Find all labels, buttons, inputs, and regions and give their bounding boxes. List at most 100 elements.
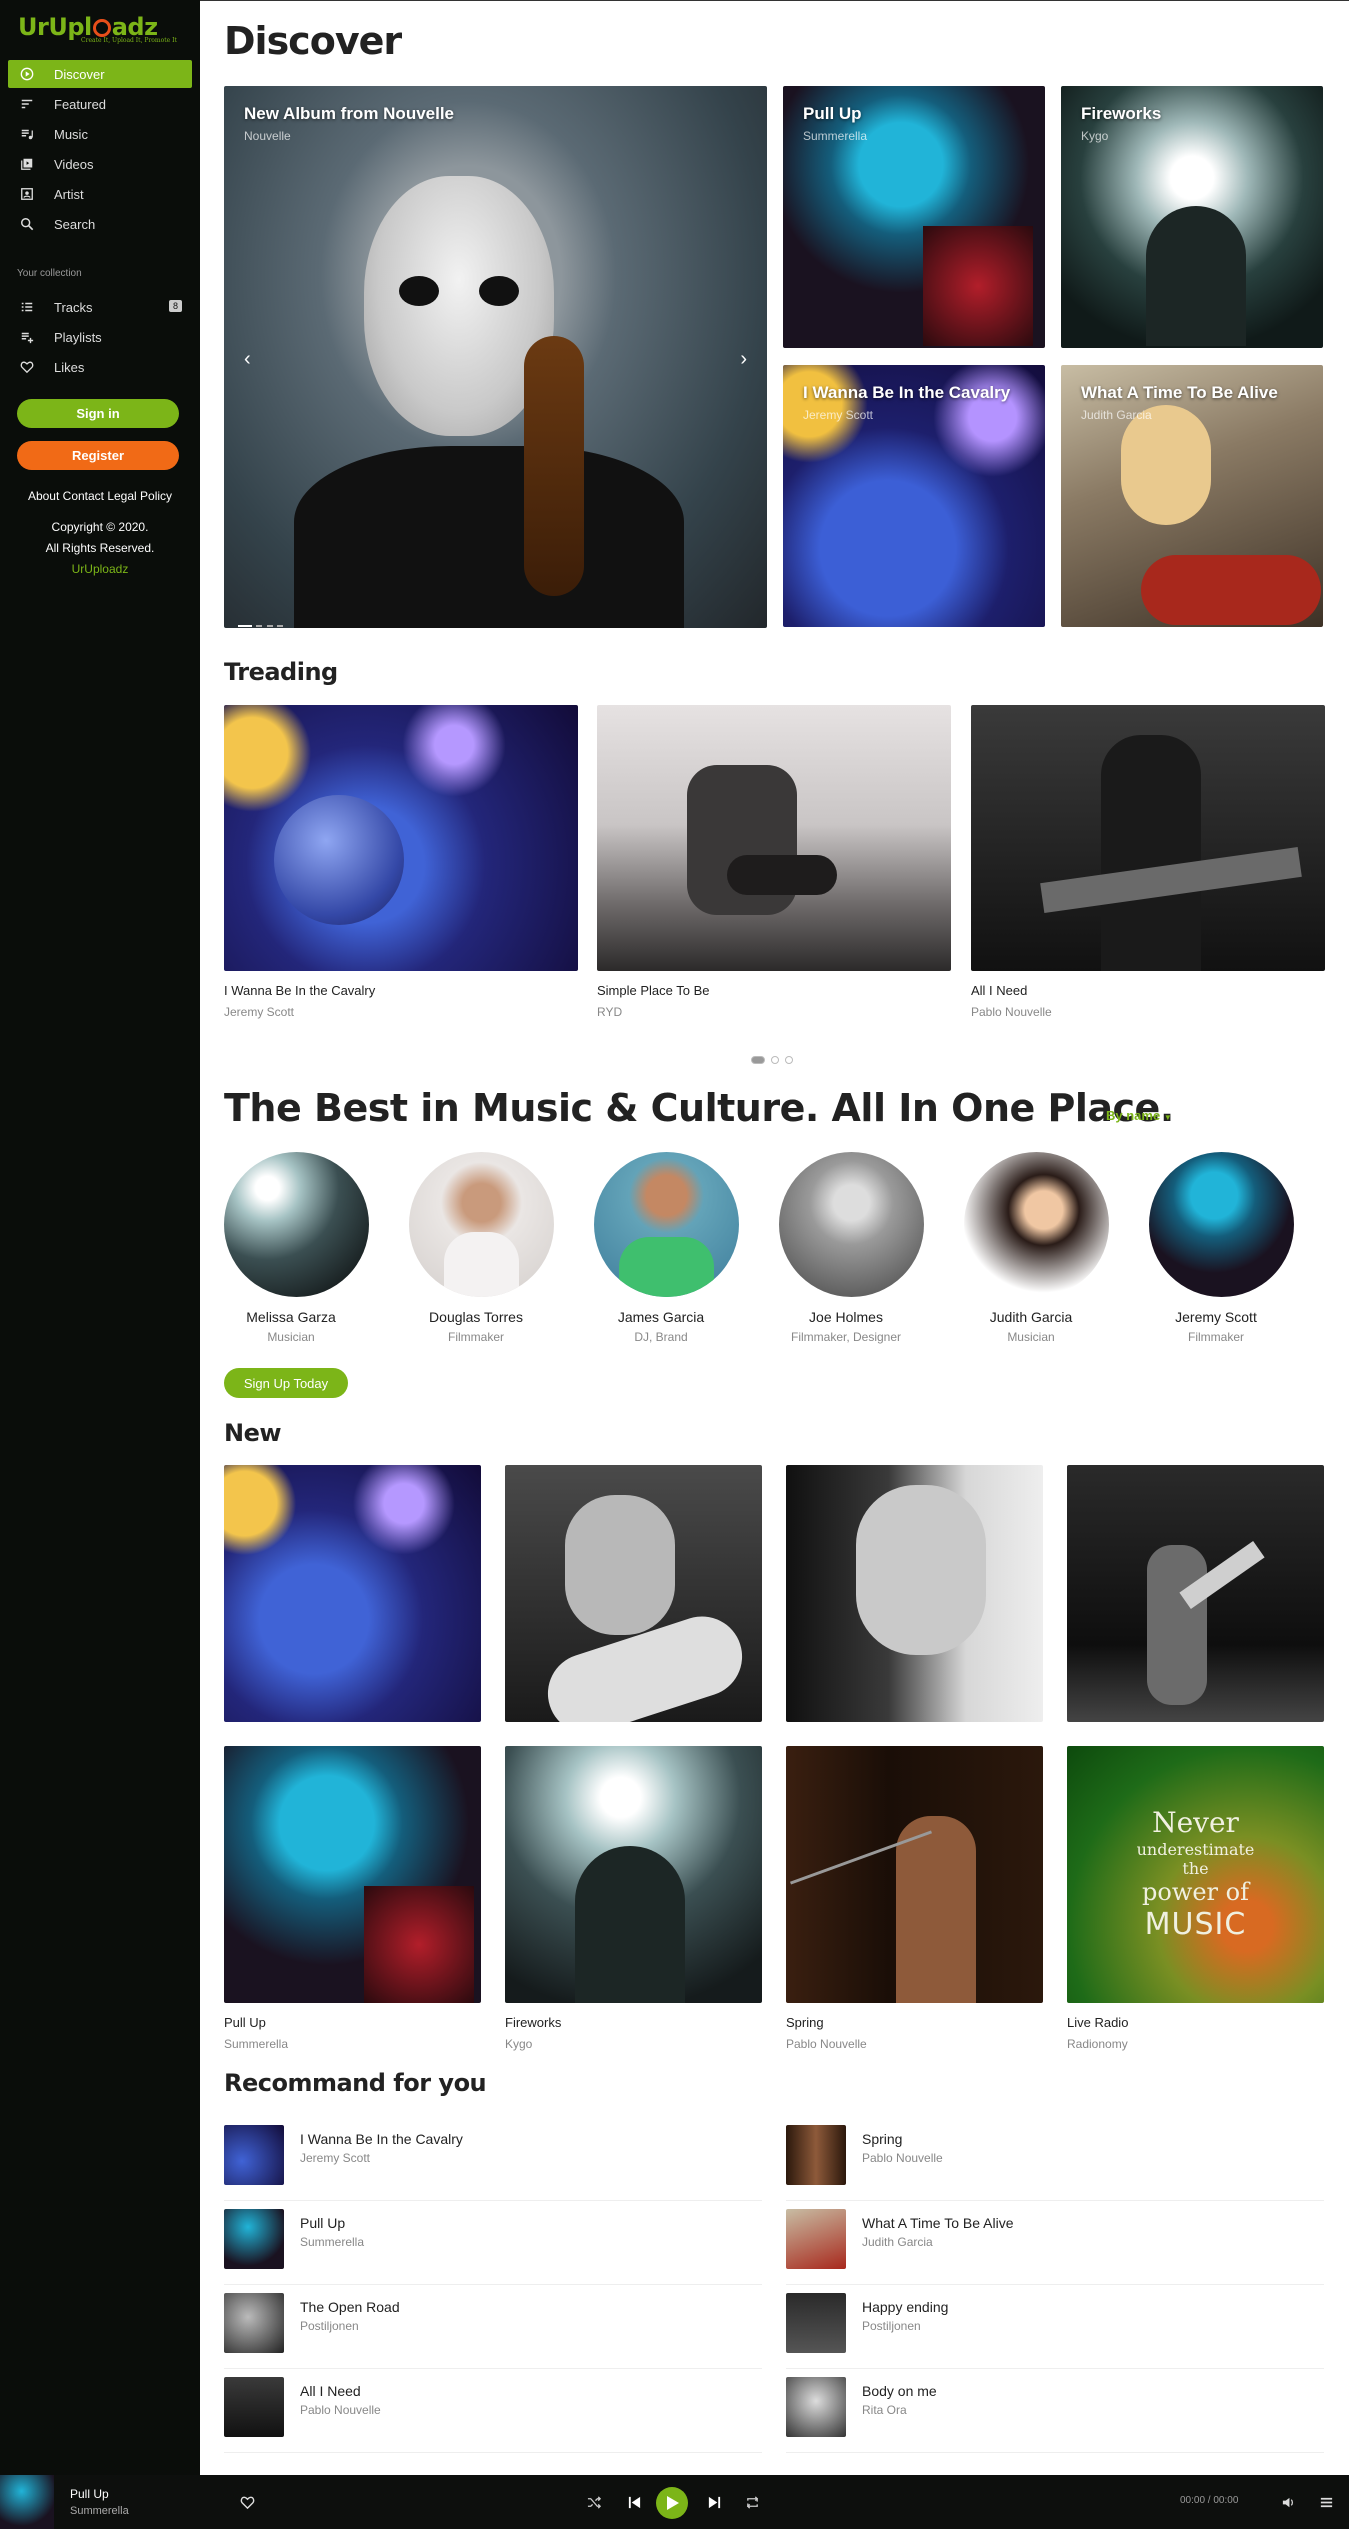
list-item[interactable]: What A Time To Be Alive Judith Garcia: [786, 2201, 1324, 2285]
register-button[interactable]: Register: [17, 441, 179, 470]
new-card-image[interactable]: [1067, 1465, 1324, 1722]
nav-playlists[interactable]: Playlists: [8, 323, 192, 351]
person-role: Filmmaker: [448, 1330, 504, 1344]
footer-links[interactable]: About Contact Legal Policy: [0, 486, 200, 507]
nav-featured[interactable]: Featured: [8, 90, 192, 118]
nav-discover[interactable]: Discover: [8, 60, 192, 88]
brand-link[interactable]: UrUploadz: [0, 559, 200, 580]
playlist-icon: [21, 129, 33, 140]
trending-subtitle[interactable]: RYD: [597, 1005, 622, 1019]
player-title[interactable]: Pull Up: [70, 2487, 109, 2501]
nav-videos[interactable]: Videos: [8, 150, 192, 178]
previous-icon[interactable]: [627, 2495, 642, 2510]
logo[interactable]: UrUpl adz Create It, Upload It, Promote I…: [18, 14, 188, 50]
new-card-image[interactable]: [505, 1746, 762, 2003]
list-item[interactable]: All I Need Pablo Nouvelle: [224, 2369, 762, 2453]
track-title: Spring: [862, 2131, 903, 2147]
new-card-image[interactable]: [786, 1746, 1043, 2003]
shuffle-icon[interactable]: [587, 2495, 602, 2510]
track-title: Pull Up: [300, 2215, 346, 2231]
hero-subtitle[interactable]: Nouvelle: [244, 129, 291, 143]
heart-icon: [20, 361, 34, 374]
avatar[interactable]: [594, 1152, 739, 1297]
new-card-image[interactable]: [505, 1465, 762, 1722]
list-item[interactable]: Body on me Rita Ora: [786, 2369, 1324, 2453]
person-role: Musician: [1007, 1330, 1055, 1344]
new-card-image[interactable]: [224, 1465, 481, 1722]
main-content: Discover New Album from Nouvelle Nouvell…: [200, 0, 1349, 2475]
person-name[interactable]: Judith Garcia: [936, 1309, 1126, 1325]
list-item[interactable]: Spring Pablo Nouvelle: [786, 2117, 1324, 2201]
trending-title[interactable]: All I Need: [971, 983, 1027, 998]
person-role: Filmmaker: [1188, 1330, 1244, 1344]
trending-title[interactable]: I Wanna Be In the Cavalry: [224, 983, 375, 998]
menu-icon[interactable]: [1319, 2495, 1334, 2510]
person-name[interactable]: Melissa Garza: [196, 1309, 386, 1325]
new-card-image[interactable]: Never underestimate the power of MUSIC: [1067, 1746, 1324, 2003]
trending-subtitle[interactable]: Jeremy Scott: [224, 1005, 294, 1019]
nav-label: Likes: [54, 359, 85, 375]
music-poster-text: Never underestimate the power of MUSIC: [1067, 1806, 1324, 1943]
avatar[interactable]: [964, 1152, 1109, 1297]
repeat-icon[interactable]: [745, 2495, 760, 2510]
nav-search[interactable]: Search: [8, 210, 192, 238]
track-artist: Postiljonen: [862, 2319, 921, 2333]
avatar[interactable]: [409, 1152, 554, 1297]
new-subtitle[interactable]: Radionomy: [1067, 2037, 1128, 2051]
sort-dropdown[interactable]: By name ▼: [1106, 1108, 1172, 1123]
hero-next-arrow[interactable]: ›: [740, 348, 747, 371]
tile-subtitle: Judith Garcia: [1081, 408, 1152, 422]
list-item[interactable]: I Wanna Be In the Cavalry Jeremy Scott: [224, 2117, 762, 2201]
search-icon: [21, 218, 34, 231]
nav-label: Videos: [54, 156, 94, 172]
list-item[interactable]: Pull Up Summerella: [224, 2201, 762, 2285]
trending-card-image[interactable]: [971, 705, 1325, 971]
person-name[interactable]: Joe Holmes: [751, 1309, 941, 1325]
hero-title[interactable]: New Album from Nouvelle: [244, 104, 454, 124]
signup-button[interactable]: Sign Up Today: [224, 1368, 348, 1398]
list-item[interactable]: The Open Road Postiljonen: [224, 2285, 762, 2369]
avatar[interactable]: [779, 1152, 924, 1297]
featured-tile-cavalry[interactable]: I Wanna Be In the Cavalry Jeremy Scott: [783, 365, 1045, 627]
volume-icon[interactable]: [1281, 2495, 1296, 2510]
featured-tile-time-alive[interactable]: What A Time To Be Alive Judith Garcia: [1061, 365, 1323, 627]
new-title[interactable]: Fireworks: [505, 2015, 561, 2030]
trending-subtitle[interactable]: Pablo Nouvelle: [971, 1005, 1052, 1019]
like-heart-icon[interactable]: [240, 2495, 255, 2510]
player-thumb[interactable]: [0, 2475, 54, 2529]
player-artist[interactable]: Summerella: [70, 2505, 129, 2517]
trending-pagination[interactable]: [748, 1051, 796, 1069]
new-card-image[interactable]: [786, 1465, 1043, 1722]
hero-pagination[interactable]: [238, 614, 288, 627]
play-button[interactable]: [656, 2487, 688, 2519]
new-title[interactable]: Live Radio: [1067, 2015, 1128, 2030]
nav-label: Tracks: [54, 299, 93, 315]
featured-tile-pull-up[interactable]: Pull Up Summerella: [783, 86, 1045, 348]
avatar[interactable]: [224, 1152, 369, 1297]
new-subtitle[interactable]: Pablo Nouvelle: [786, 2037, 867, 2051]
best-heading: The Best in Music & Culture. All In One …: [224, 1086, 1174, 1130]
avatar[interactable]: [1149, 1152, 1294, 1297]
nav-tracks[interactable]: Tracks 8: [8, 293, 192, 321]
trending-card-image[interactable]: [224, 705, 578, 971]
new-title[interactable]: Spring: [786, 2015, 824, 2030]
nav-artist[interactable]: Artist: [8, 180, 192, 208]
signin-button[interactable]: Sign in: [17, 399, 179, 428]
hero-slide[interactable]: New Album from Nouvelle Nouvelle ‹ ›: [224, 86, 767, 628]
list-item[interactable]: Happy ending Postiljonen: [786, 2285, 1324, 2369]
trending-card-image[interactable]: [597, 705, 951, 971]
hero-prev-arrow[interactable]: ‹: [244, 348, 251, 371]
nav-likes[interactable]: Likes: [8, 353, 192, 381]
person-name[interactable]: Douglas Torres: [381, 1309, 571, 1325]
person-name[interactable]: Jeremy Scott: [1121, 1309, 1311, 1325]
new-card-image[interactable]: [224, 1746, 481, 2003]
featured-tile-fireworks[interactable]: Fireworks Kygo: [1061, 86, 1323, 348]
new-subtitle[interactable]: Kygo: [505, 2037, 532, 2051]
new-subtitle[interactable]: Summerella: [224, 2037, 288, 2051]
nav-music[interactable]: Music: [8, 120, 192, 148]
trending-title[interactable]: Simple Place To Be: [597, 983, 710, 998]
next-icon[interactable]: [707, 2495, 722, 2510]
person-name[interactable]: James Garcia: [566, 1309, 756, 1325]
sort-icon: [21, 99, 33, 109]
new-title[interactable]: Pull Up: [224, 2015, 266, 2030]
